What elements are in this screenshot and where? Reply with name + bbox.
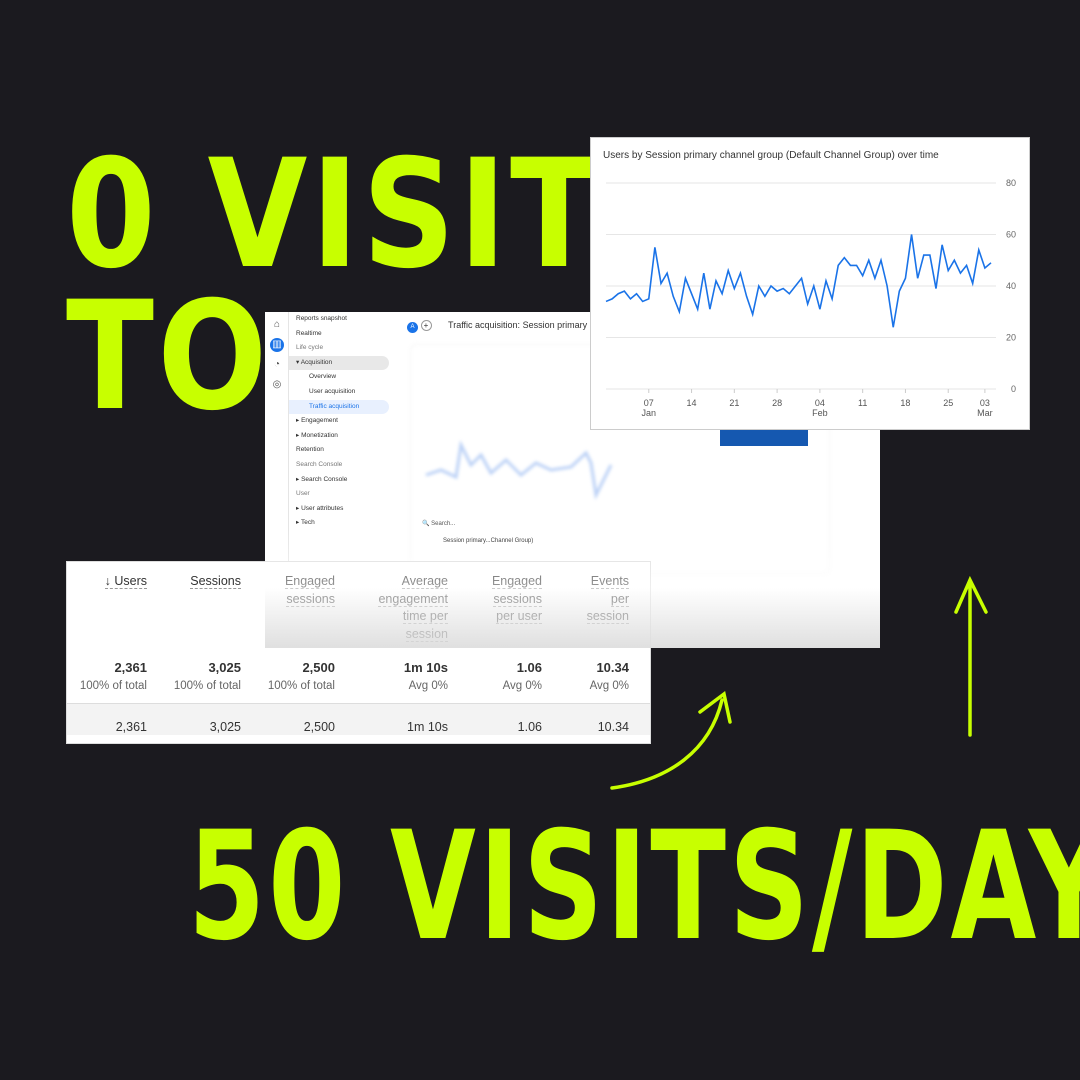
total-value: 3,025 [208, 660, 241, 675]
nav-item[interactable]: ▸ Monetization [289, 429, 389, 444]
up-arrow-icon [954, 575, 988, 737]
y-tick-label: 0 [1011, 384, 1016, 394]
total-percent: Avg 0% [408, 680, 448, 692]
x-tick-day: 14 [687, 398, 697, 408]
headline-middle: TO [66, 270, 271, 444]
column-header-line: ↓ Users [104, 574, 147, 589]
series-line [605, 234, 992, 328]
advertising-icon[interactable]: ◎ [270, 378, 284, 392]
nav-item[interactable]: Retention [289, 443, 389, 458]
chart-title: Users by Session primary channel group (… [603, 150, 939, 161]
row-value: 1.06 [517, 720, 542, 734]
total-value: 10.34 [596, 660, 629, 675]
bar-chart-bar [720, 430, 808, 446]
dimension-selector[interactable]: Session primary...Channel Group) [443, 538, 533, 544]
total-value: 2,500 [302, 660, 335, 675]
search-placeholder: Search... [431, 521, 456, 527]
headline-bottom: 50 VISITS/DAY [188, 800, 1080, 974]
x-tick-month: Jan [642, 408, 657, 418]
nav-item[interactable]: Overview [289, 370, 389, 385]
x-tick-day: 21 [729, 398, 739, 408]
nav-item[interactable]: User acquisition [289, 385, 389, 400]
y-tick-label: 80 [1006, 178, 1016, 188]
x-tick-month: Mar [977, 408, 993, 418]
total-value: 2,361 [114, 660, 147, 675]
total-percent: Avg 0% [502, 680, 542, 692]
nav-item[interactable]: ▸ Search Console [289, 473, 389, 488]
report-header: A + Traffic acquisition: Session primary [407, 320, 587, 333]
nav-item[interactable]: Realtime [289, 327, 389, 342]
search-input[interactable]: 🔍 Search... [422, 520, 455, 527]
total-percent: 100% of total [173, 680, 241, 692]
row-value: 1m 10s [407, 720, 448, 734]
x-tick-day: 03 [980, 398, 990, 408]
x-tick-day: 25 [943, 398, 953, 408]
avatar[interactable]: A [407, 322, 418, 333]
x-tick-month: Feb [812, 408, 828, 418]
row-value: 2,500 [303, 720, 335, 734]
row-value: 2,361 [115, 720, 147, 734]
x-tick-day: 18 [900, 398, 910, 408]
fade-overlay [265, 528, 880, 648]
row-value: 3,025 [209, 720, 241, 734]
total-percent: Avg 0% [589, 680, 629, 692]
column-header-line: Sessions [190, 574, 241, 589]
nav-item[interactable]: User [289, 487, 389, 502]
home-icon[interactable]: ⌂ [270, 318, 284, 332]
y-tick-label: 40 [1006, 281, 1016, 291]
column-header[interactable]: ↓ Users [80, 562, 147, 660]
total-value: 1m 10s [403, 660, 448, 675]
add-comparison-icon[interactable]: + [420, 320, 432, 331]
nav-item[interactable]: Life cycle [289, 341, 389, 356]
y-tick-label: 20 [1006, 333, 1016, 343]
table-row-background [67, 703, 650, 735]
explore-icon[interactable]: ◔ [270, 358, 284, 372]
page-title: Traffic acquisition: Session primary [448, 320, 588, 330]
line-chart: 0 20 40 60 80 07Jan 14 21 28 04Feb 11 18 25 03Mar [605, 178, 1016, 418]
x-tick-day: 04 [815, 398, 825, 408]
nav-item[interactable]: Reports snapshot [289, 312, 389, 327]
total-percent: 100% of total [267, 680, 335, 692]
row-value: 10.34 [597, 720, 629, 734]
nav-item[interactable]: ▸ Engagement [289, 414, 389, 429]
x-tick-day: 07 [644, 398, 654, 408]
y-tick-label: 60 [1006, 230, 1016, 240]
curved-arrow-head-icon [698, 690, 732, 724]
total-percent: 100% of total [79, 680, 147, 692]
nav-item[interactable]: ▾ Acquisition [289, 355, 389, 371]
column-header[interactable]: Sessions [174, 562, 241, 660]
nav-item[interactable]: Search Console [289, 458, 389, 473]
users-over-time-chart: Users by Session primary channel group (… [590, 137, 1030, 430]
total-value: 1.06 [516, 660, 542, 675]
nav-item[interactable]: Traffic acquisition [289, 399, 389, 415]
reports-icon[interactable]: ▥ [270, 338, 284, 352]
nav-item[interactable]: ▸ User attributes [289, 502, 389, 517]
reports-nav: Reports snapshot Realtime Life cycle ▾ Acqu… [289, 312, 389, 531]
table-column: ↓ Users 2,361 100% of total 2,361 [80, 562, 147, 742]
x-tick-day: 28 [772, 398, 782, 408]
table-column: Sessions 3,025 100% of total 3,025 [174, 562, 241, 742]
x-tick-day: 11 [858, 398, 867, 408]
